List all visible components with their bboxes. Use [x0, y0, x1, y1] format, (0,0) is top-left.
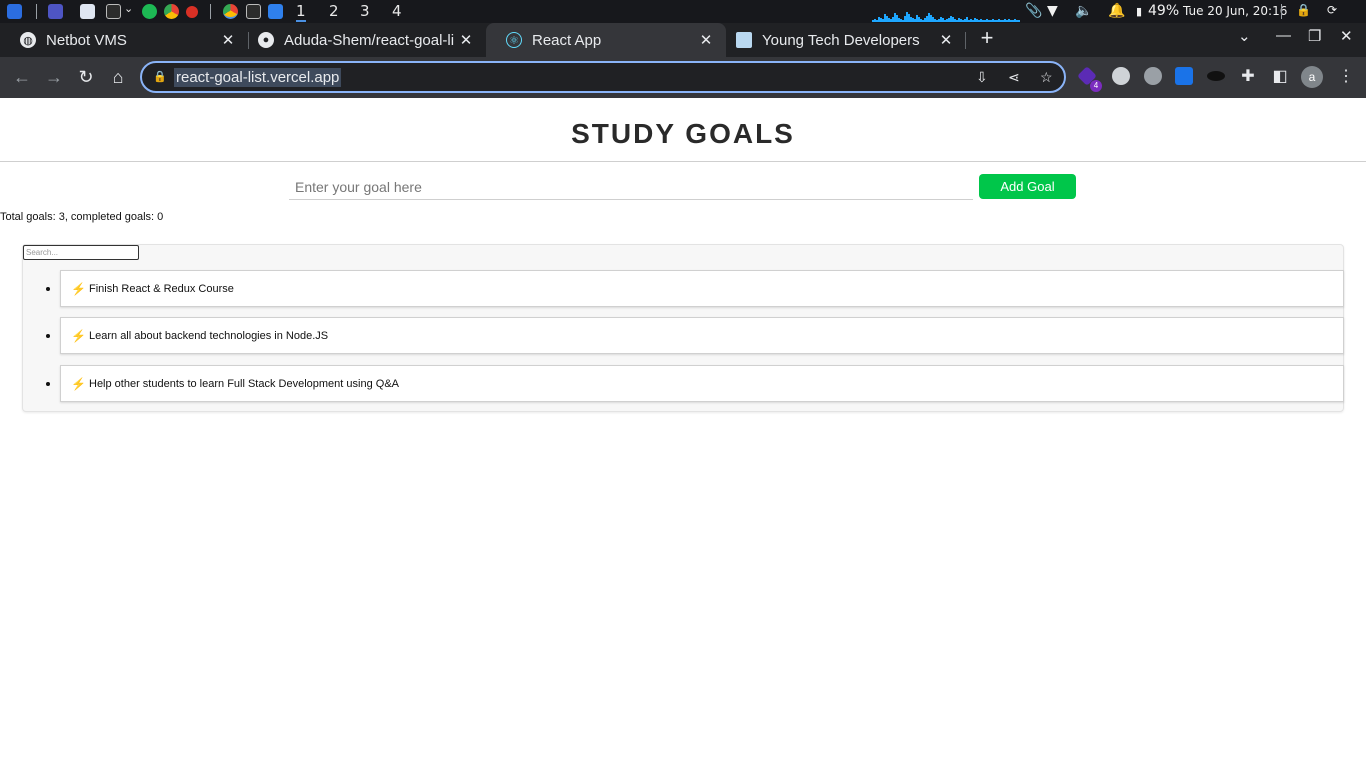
globe-icon: ◍ [20, 32, 36, 48]
lightning-icon: ⚡ [71, 328, 86, 343]
goal-stats: Total goals: 3, completed goals: 0 [0, 211, 164, 223]
tab-github-repo[interactable]: ● Aduda-Shem/react-goal-li ✕ [238, 23, 486, 57]
tab-title: Netbot VMS [46, 31, 127, 49]
bookmark-star-icon[interactable]: ☆ [1040, 69, 1053, 86]
battery-icon: ▮ [1136, 5, 1143, 18]
volume-icon[interactable]: 🔈 [1075, 3, 1092, 19]
side-panel-icon[interactable]: ◧ [1268, 65, 1292, 89]
close-icon[interactable]: ✕ [696, 31, 716, 49]
extension-hat-icon[interactable] [1207, 71, 1225, 81]
close-icon[interactable]: ✕ [218, 31, 238, 49]
tab-netbot-vms[interactable]: ◍ Netbot VMS ✕ [0, 23, 248, 57]
list-bullet [46, 334, 50, 338]
url-text[interactable]: react-goal-list.vercel.app [174, 68, 342, 87]
workspace-1[interactable]: 1 [296, 2, 306, 22]
goal-input[interactable] [289, 174, 973, 200]
extensions-puzzle-icon[interactable]: ✚ [1236, 65, 1260, 89]
file-manager-icon[interactable] [80, 4, 95, 19]
goal-item[interactable]: ⚡ Finish React & Redux Course [60, 270, 1344, 307]
browser-tab-strip: ◍ Netbot VMS ✕ ● Aduda-Shem/react-goal-l… [0, 23, 1366, 57]
workspace-2[interactable]: 2 [329, 2, 339, 20]
goal-list-container: ⚡ Finish React & Redux Course ⚡ Learn al… [22, 244, 1344, 412]
tab-search-chevron-icon[interactable]: ⌄ [1238, 27, 1251, 45]
profile-avatar[interactable]: a [1301, 66, 1323, 88]
goal-text: Learn all about backend technologies in … [89, 329, 329, 342]
list-bullet [46, 382, 50, 386]
notification-bell-icon[interactable]: 🔔 [1108, 3, 1125, 19]
lightning-icon: ⚡ [71, 376, 86, 391]
spotify-icon[interactable] [142, 4, 157, 19]
web-page: STUDY GOALS Add Goal Total goals: 3, com… [0, 98, 1366, 768]
panel-divider [1281, 4, 1282, 19]
back-button[interactable]: ← [10, 65, 34, 89]
extension-balls-icon[interactable] [1112, 67, 1130, 85]
close-icon[interactable]: ✕ [456, 31, 476, 49]
lightning-icon: ⚡ [71, 281, 86, 296]
extension-badge: 4 [1090, 80, 1102, 92]
terminal-window-icon[interactable] [246, 4, 261, 19]
extension-blue-icon[interactable] [1175, 67, 1193, 85]
address-bar[interactable]: 🔒 react-goal-list.vercel.app ⇩ ⋖ ☆ [140, 61, 1066, 93]
terminal-icon[interactable] [106, 4, 121, 19]
workspace-3[interactable]: 3 [360, 2, 370, 20]
chevron-down-icon[interactable]: ⌄ [124, 2, 133, 15]
goal-item[interactable]: ⚡ Learn all about backend technologies i… [60, 317, 1344, 354]
power-icon[interactable]: ⟳ [1327, 3, 1337, 17]
lock-icon[interactable]: 🔒 [153, 70, 167, 83]
tab-title: Aduda-Shem/react-goal-li [284, 31, 455, 49]
tab-title: Young Tech Developers [762, 31, 920, 49]
panel-divider [36, 4, 37, 19]
browser-toolbar: ← → ↻ ⌂ 🔒 react-goal-list.vercel.app ⇩ ⋖… [0, 57, 1366, 98]
os-top-panel: ⌄ 1 2 3 4 📎 ▼ 🔈 🔔 ▮ 49% Tue 20 Jun, 20:1… [0, 0, 1366, 23]
wifi-icon[interactable]: ▼ [1047, 3, 1058, 19]
home-button[interactable]: ⌂ [106, 65, 130, 89]
goal-text: Finish React & Redux Course [89, 282, 234, 295]
vscode-icon[interactable] [268, 4, 283, 19]
chrome-launcher-icon[interactable] [164, 4, 179, 19]
react-icon: ⚛ [506, 32, 522, 48]
goal-item[interactable]: ⚡ Help other students to learn Full Stac… [60, 365, 1344, 402]
battery-percent: 49% [1148, 3, 1180, 19]
page-title: STUDY GOALS [571, 118, 795, 149]
clock[interactable]: Tue 20 Jun, 20:16 [1183, 4, 1287, 18]
github-icon: ● [258, 32, 274, 48]
add-goal-button[interactable]: Add Goal [979, 174, 1076, 199]
desktop-icon[interactable] [48, 4, 63, 19]
new-tab-button[interactable]: + [976, 27, 998, 51]
lock-icon[interactable]: 🔒 [1296, 3, 1311, 17]
attachment-icon[interactable]: 📎 [1025, 3, 1042, 19]
browser-menu-icon[interactable]: ⋮ [1338, 66, 1354, 86]
install-app-icon[interactable]: ⇩ [976, 69, 988, 86]
minimize-button[interactable]: — [1276, 27, 1291, 44]
tab-young-tech-developers[interactable]: Young Tech Developers ✕ [716, 23, 966, 57]
extension-cloud-icon[interactable] [1144, 67, 1162, 85]
divider [0, 161, 1366, 162]
panel-divider [210, 4, 211, 19]
app-menu-icon[interactable] [7, 4, 22, 19]
workspace-4[interactable]: 4 [392, 2, 402, 20]
network-activity-graph [872, 6, 1022, 22]
close-icon[interactable]: ✕ [936, 31, 956, 49]
share-icon[interactable]: ⋖ [1008, 69, 1020, 86]
tab-divider [965, 32, 966, 49]
list-bullet [46, 287, 50, 291]
chrome-window-icon[interactable] [223, 4, 238, 19]
window-close-button[interactable]: ✕ [1340, 27, 1353, 45]
restore-button[interactable]: ❐ [1308, 27, 1321, 45]
reload-button[interactable]: ↻ [74, 65, 98, 89]
search-input[interactable] [23, 245, 139, 260]
goal-text: Help other students to learn Full Stack … [89, 377, 399, 390]
forward-button[interactable]: → [42, 65, 66, 89]
site-icon [736, 32, 752, 48]
cherry-icon[interactable] [186, 6, 198, 18]
tab-title: React App [532, 31, 602, 49]
tab-react-app[interactable]: ⚛ React App ✕ [486, 23, 726, 57]
